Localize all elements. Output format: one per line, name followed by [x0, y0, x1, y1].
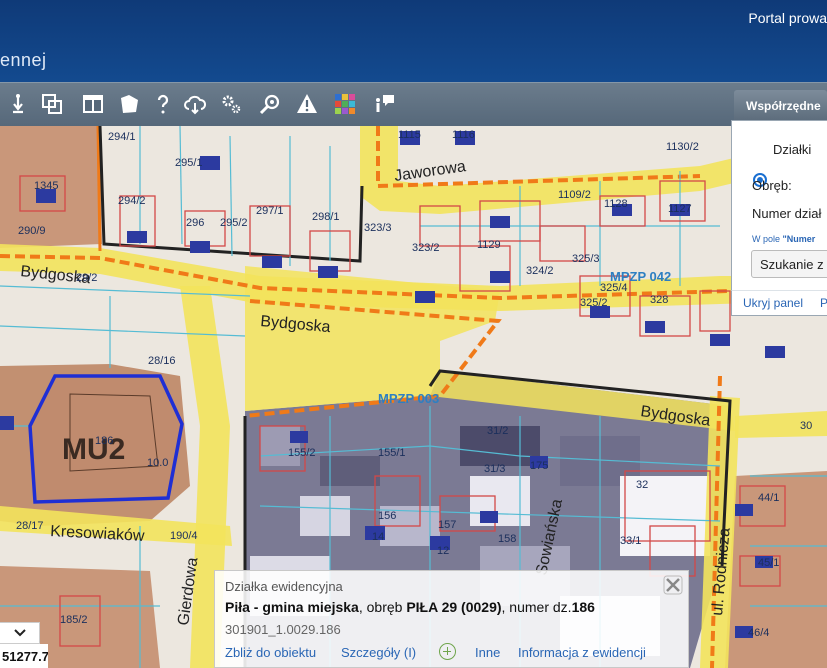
parcel-label: 158: [498, 533, 516, 545]
parcel-label: 157: [438, 519, 456, 531]
parcel-label: 1115: [398, 129, 421, 141]
layers-icon[interactable]: [37, 89, 67, 119]
parcel-label: 28/17: [16, 520, 44, 532]
parcel-label: 32: [636, 479, 648, 491]
parcel-label: 1130/2: [666, 141, 699, 153]
search-panel-body: Działki Obręb: Numer dział: [731, 120, 827, 316]
parcel-label: 294/2: [118, 195, 146, 207]
search-hint-text: W pole: [752, 234, 783, 244]
parcel-label: 186: [95, 435, 113, 447]
print-layout-icon[interactable]: [78, 89, 108, 119]
parcel-label: 31/3: [484, 463, 505, 475]
parcel-label: 28/16: [148, 355, 176, 367]
parcel-label: 294/1: [108, 131, 136, 143]
parcel-label: 31/2: [487, 425, 508, 437]
chevron-down-icon: [13, 629, 26, 637]
search-hint-bold: "Numer: [782, 234, 816, 244]
settings-icon[interactable]: [216, 89, 246, 119]
parcel-label: 1128: [604, 198, 628, 210]
app-title: ennej: [0, 50, 47, 70]
parcel-label: 14: [372, 531, 384, 543]
popup-obreb-value: PIŁA 29 (0029): [406, 599, 502, 615]
panel-other-link[interactable]: P: [820, 296, 827, 310]
parcel-info-popup: Działka ewidencyjna Piła - gmina miejska…: [214, 570, 689, 668]
parcel-label: 185/2: [60, 614, 88, 626]
parcel-label: 12: [437, 545, 449, 557]
parcel-label: 324/2: [526, 265, 554, 277]
coordinate-readout: 51277.7: [0, 644, 48, 668]
zoom-to-object-link[interactable]: Zbliż do obiektu: [225, 645, 316, 660]
parcel-label: 325/4: [600, 282, 628, 294]
parcel-label: 190/4: [170, 530, 198, 542]
parcel-label: 1129: [477, 239, 501, 251]
parcel-label: 10.0: [147, 457, 168, 469]
parcel-label: 155/2: [288, 447, 316, 459]
portal-header: Portal prowa ennej: [0, 0, 827, 82]
parcel-label: 33/1: [620, 535, 641, 547]
parcel-label: 298/1: [312, 211, 340, 223]
parcel-label: 295/1: [175, 157, 203, 169]
other-link[interactable]: Inne: [475, 645, 500, 660]
plus-circle-icon[interactable]: [439, 643, 456, 660]
basemap-grid-icon[interactable]: [330, 89, 360, 119]
parcel-label: 45/1: [758, 557, 779, 569]
zone-label-mpzp-003: MPZP 003: [378, 391, 439, 406]
panel-footer: Ukryj panel P: [731, 290, 827, 316]
details-link[interactable]: Szczegóły (I): [341, 645, 416, 660]
info-chat-icon[interactable]: [370, 89, 400, 119]
search-zoom-icon[interactable]: [255, 89, 285, 119]
zone-code-label: MU2: [62, 433, 125, 466]
popup-parcel-identifier: 301901_1.0029.186: [225, 622, 341, 637]
collapse-button[interactable]: [0, 622, 40, 644]
parcel-label: 1116: [452, 129, 475, 141]
hide-panel-link[interactable]: Ukryj panel: [743, 296, 803, 310]
search-select[interactable]: Szukanie z: [751, 250, 827, 278]
parcel-label: 297/1: [256, 205, 284, 217]
parcel-label: 155/1: [378, 447, 406, 459]
parcel-label: 44/1: [758, 492, 779, 504]
tab-coordinates[interactable]: Współrzędne: [734, 90, 827, 120]
popup-numer-value: 186: [571, 599, 595, 615]
parcel-label: 325/2: [580, 297, 608, 309]
parcel-label: 296: [186, 217, 204, 229]
popup-parcel-description: Piła - gmina miejska, obręb PIŁA 29 (002…: [225, 599, 595, 615]
parcel-label: 1345: [34, 180, 58, 192]
map-toolbar: [0, 82, 827, 126]
search-hint: W pole "Numer: [752, 234, 815, 244]
help-icon[interactable]: [148, 89, 178, 119]
popup-gmina: Piła - gmina miejska: [225, 599, 359, 615]
parcel-label: 1109/2: [558, 189, 591, 201]
popup-obreb-text: , obręb: [358, 599, 407, 615]
popup-object-type: Działka ewidencyjna: [225, 579, 343, 594]
parcel-label: 325/3: [572, 253, 600, 265]
upload-icon[interactable]: [180, 89, 210, 119]
parcel-label: 323/2: [412, 242, 440, 254]
parcel-label: 323/3: [364, 222, 392, 234]
pan-icon[interactable]: [3, 89, 33, 119]
obreb-label: Obręb:: [752, 178, 792, 193]
parcel-number-label: Numer dział: [752, 206, 822, 221]
parcel-label: 290/9: [18, 225, 46, 237]
parcel-label: 1127: [668, 203, 692, 215]
parcel-label: 328: [650, 294, 668, 306]
parcel-label: 46/4: [748, 627, 769, 639]
parcel-label: 29/2: [76, 272, 97, 284]
draw-polygon-icon[interactable]: [114, 89, 144, 119]
warning-icon[interactable]: [292, 89, 322, 119]
close-icon[interactable]: [663, 575, 683, 595]
portal-title[interactable]: Portal prowa: [748, 10, 827, 26]
popup-numer-text: , numer dz.: [501, 599, 572, 615]
parcel-label: 175: [530, 460, 548, 472]
parcel-label: 295/2: [220, 217, 248, 229]
parcels-radio-label: Działki: [773, 142, 812, 157]
parcel-label: 156: [378, 510, 396, 522]
registry-info-link[interactable]: Informacja z ewidencji: [518, 645, 646, 660]
search-panel: Współrzędne Działki Obręb: Numer dział W…: [731, 88, 827, 316]
parcel-label: 30: [800, 420, 812, 432]
